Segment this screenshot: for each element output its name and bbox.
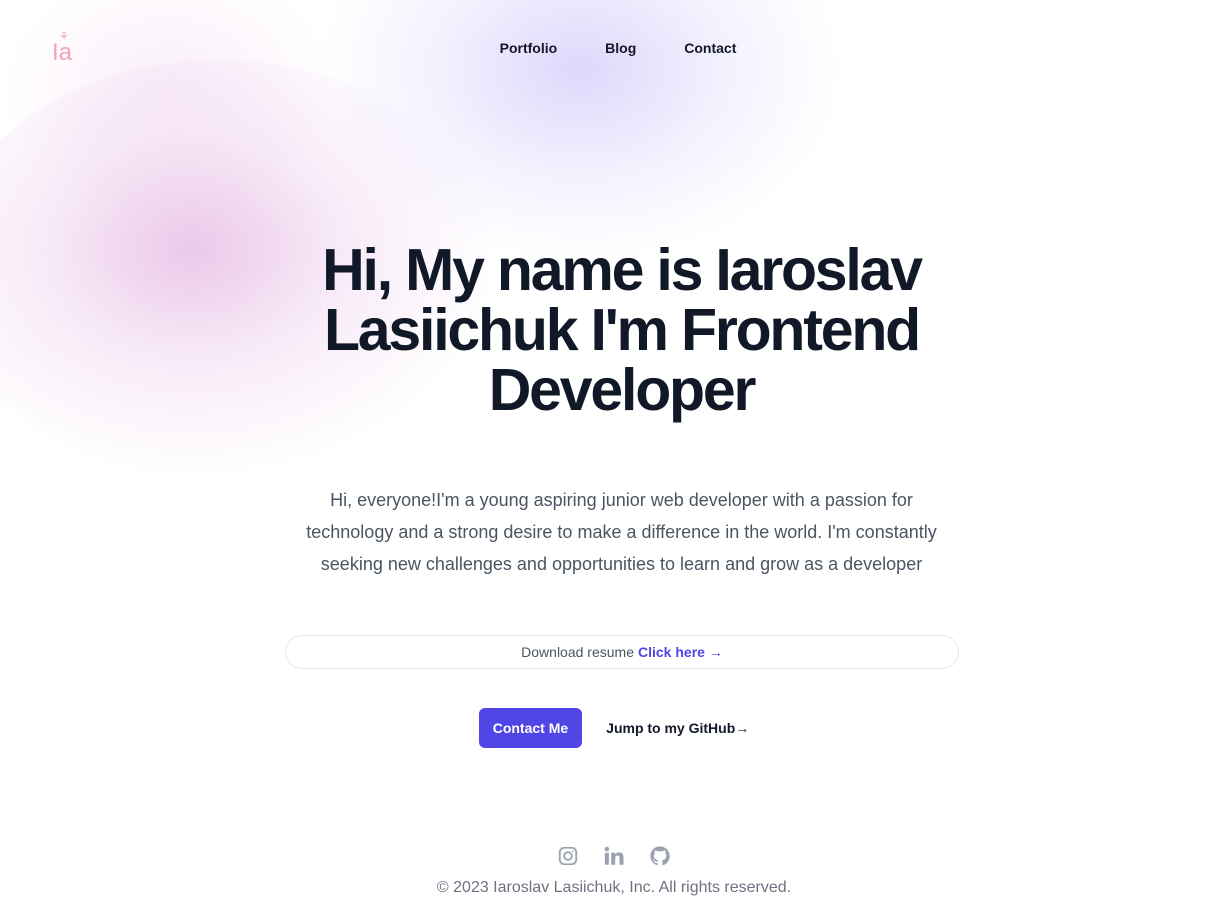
hero-actions: Contact Me Jump to my GitHub→ (0, 708, 1228, 748)
nav-link-portfolio[interactable]: Portfolio (500, 38, 558, 58)
hero-description: Hi, everyone!I'm a young aspiring junior… (306, 490, 937, 574)
resume-text: Download resume (521, 644, 634, 660)
hero-title: Hi, My name is Iaroslav Lasiichuk I'm Fr… (322, 237, 923, 423)
site-footer: © 2023 Iaroslav Lasiichuk, Inc. All righ… (0, 840, 1228, 898)
resume-download-link[interactable]: Click here → (638, 644, 723, 660)
nav-link-blog[interactable]: Blog (605, 38, 636, 58)
contact-me-button[interactable]: Contact Me (478, 708, 583, 748)
main-nav: Portfolio Blog Contact (0, 38, 1228, 58)
nav-link-contact[interactable]: Contact (684, 38, 736, 58)
github-icon[interactable] (649, 845, 671, 867)
instagram-icon[interactable] (557, 845, 579, 867)
social-links (0, 840, 1228, 872)
github-link[interactable]: Jump to my GitHub→ (606, 708, 749, 748)
resume-banner: Download resume Click here → (285, 635, 959, 669)
site-header: ⚘ Ia Portfolio Blog Contact (0, 0, 1228, 96)
copyright-text: © 2023 Iaroslav Lasiichuk, Inc. All righ… (436, 879, 792, 896)
linkedin-icon[interactable] (603, 845, 625, 867)
